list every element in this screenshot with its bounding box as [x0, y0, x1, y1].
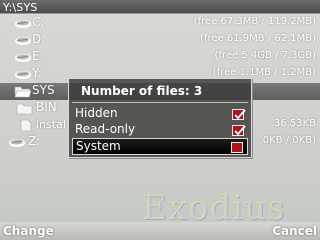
cancel-softkey[interactable]: Cancel — [272, 224, 317, 238]
dialog-title: Number of files: 3 — [81, 84, 203, 98]
drive-icon — [15, 37, 31, 45]
file-size: 36.53KB — [273, 118, 316, 129]
folder-name: SYS — [32, 83, 55, 97]
folder-name: BIN — [36, 100, 57, 114]
dialog-divider — [72, 102, 248, 103]
drive-name: D: — [32, 32, 46, 46]
option-system[interactable]: System — [72, 138, 248, 155]
checkbox-checked-icon[interactable] — [232, 125, 246, 136]
drive-name: C: — [32, 15, 45, 29]
drive-space: (free 1.1MB / 1.2MB) — [212, 67, 316, 78]
option-read-only[interactable]: Read-only — [72, 122, 248, 138]
drive-name: Y: — [32, 66, 42, 80]
drive-icon — [15, 71, 31, 79]
file-icon — [20, 119, 32, 132]
drive-space: 0KB / 0KB) — [262, 135, 316, 146]
option-label: Hidden — [75, 106, 118, 120]
list-item-drive-e[interactable]: E: (free 5.4GB / 7.3GB) — [0, 49, 320, 66]
path-bar: Y:\SYS — [0, 0, 320, 14]
drive-name: Z: — [28, 134, 41, 148]
option-label: System — [76, 139, 121, 153]
list-item-drive-d[interactable]: D: (free 61.9MB / 62.1MB) — [0, 32, 320, 49]
drive-space: (free 61.9MB / 62.1MB) — [200, 33, 316, 44]
checkbox-checked-icon[interactable] — [232, 109, 246, 120]
attributes-dialog: Number of files: 3 Hidden Read-only Syst… — [68, 78, 252, 158]
change-softkey[interactable]: Change — [3, 224, 54, 238]
drive-space: (free 5.4GB / 7.3GB) — [214, 50, 316, 61]
checkbox-unchecked-icon[interactable] — [231, 142, 243, 153]
drive-name: E: — [32, 49, 44, 63]
drive-icon — [15, 20, 31, 28]
option-hidden[interactable]: Hidden — [72, 106, 248, 122]
softkey-bar: Change Cancel — [0, 222, 320, 240]
drive-space: (free 67.3MB / 119.2MB) — [193, 16, 316, 27]
file-name: instal — [36, 118, 66, 131]
list-item-drive-c[interactable]: C: (free 67.3MB / 119.2MB) — [0, 15, 320, 32]
drive-icon — [9, 139, 25, 147]
option-label: Read-only — [75, 122, 136, 136]
open-folder-icon — [14, 86, 32, 98]
current-path: Y:\SYS — [3, 1, 38, 14]
drive-icon — [15, 54, 31, 62]
folder-icon — [16, 103, 33, 115]
